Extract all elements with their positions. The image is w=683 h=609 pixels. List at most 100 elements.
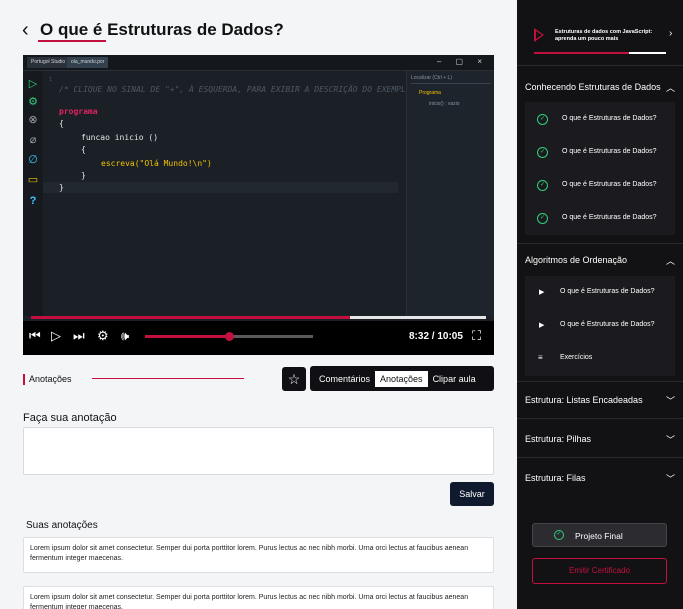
list-icon: ≡ — [538, 353, 543, 362]
volume-fill — [145, 335, 229, 338]
skip-back-icon[interactable]: ⏮ — [29, 329, 41, 343]
folder-icon: ▭ — [27, 174, 39, 186]
video-controls: ⏮ ▷ ⏭ ⚙ 🕪 8:32 / 10:05 ⛶ — [23, 321, 494, 355]
lesson-item[interactable]: ▶ O que é Estruturas de Dados? — [525, 309, 675, 342]
video-progress-fill — [31, 316, 350, 319]
note-item: Lorem ipsum dolor sit amet consectetur. … — [23, 537, 494, 573]
course-sidebar: Estruturas de dados com JavaScript: apre… — [517, 0, 683, 609]
section-divider — [517, 381, 683, 382]
code-comment: /* CLIQUE NO SINAL DE "+", À ESQUERDA, P… — [59, 85, 411, 94]
your-notes-label: Suas anotações — [26, 520, 98, 531]
volume-icon[interactable]: 🕪 — [121, 329, 129, 343]
video-app-tab: ola_mundo.por — [67, 57, 109, 68]
final-project-label: Projeto Final — [575, 531, 623, 541]
chevron-left-icon[interactable]: ‹ — [22, 20, 38, 40]
fullscreen-icon[interactable]: ⛶ — [472, 329, 481, 343]
play-icon: ▶ — [539, 289, 545, 296]
attach-icon: ⌀ — [29, 134, 37, 146]
chevron-down-icon[interactable]: ﹀ — [666, 394, 675, 407]
note-item: Lorem ipsum dolor sit amet consectetur. … — [23, 586, 494, 609]
section-divider — [517, 418, 683, 419]
volume-knob[interactable] — [225, 332, 234, 341]
section-title[interactable]: Algoritmos de Ordenação — [525, 255, 627, 265]
notes-divider — [92, 378, 244, 379]
settings-gear-icon[interactable]: ⚙ — [97, 329, 109, 343]
run-icon: ▷ — [28, 78, 38, 90]
code-line: } — [81, 171, 86, 180]
window-controls-icon: – ▢ × — [436, 57, 488, 66]
section-lessons: ▶ O que é Estruturas de Dados? ▶ O que é… — [525, 276, 675, 376]
lesson-label: O que é Estruturas de Dados? — [562, 148, 657, 155]
issue-certificate-button[interactable]: Emitir Certificado — [532, 558, 667, 584]
lesson-item[interactable]: ✓ O que é Estruturas de Dados? — [525, 103, 675, 136]
course-progress-fill — [534, 52, 630, 54]
lesson-label: O que é Estruturas de Dados? — [562, 115, 657, 122]
title-underline — [38, 40, 106, 42]
check-circle-icon: ✓ — [537, 213, 548, 224]
section-title[interactable]: Estrutura: Filas — [525, 473, 586, 483]
tree-child: inicio() : vazio — [429, 101, 460, 107]
page-title: O que é Estruturas de Dados? — [40, 20, 284, 39]
video-app-right-panel: Localizar (Ctrl + L) Programa inicio() :… — [406, 71, 494, 316]
line-number: 1 — [49, 77, 53, 83]
tab-clip-lesson[interactable]: Clipar aula — [428, 371, 481, 387]
help-icon: ? — [29, 195, 37, 207]
clip-icon: ∅ — [28, 154, 38, 166]
code-line: funcao inicio () — [81, 133, 159, 142]
lesson-label: O que é Estruturas de Dados? — [560, 321, 655, 328]
code-line: escreva("Olá Mundo!\n") — [101, 159, 212, 168]
section-divider — [517, 243, 683, 244]
lesson-item[interactable]: ✓ O que é Estruturas de Dados? — [525, 169, 675, 202]
notes-section-label: Anotações — [23, 374, 72, 385]
course-play-icon — [534, 28, 544, 42]
chevron-down-icon[interactable]: ﹀ — [666, 433, 675, 446]
code-line: { — [81, 145, 86, 154]
lesson-item[interactable]: ✓ O que é Estruturas de Dados? — [525, 202, 675, 235]
section-title[interactable]: Estrutura: Listas Encadeadas — [525, 395, 643, 405]
check-circle-icon: ✓ — [537, 147, 548, 158]
tree-search: Localizar (Ctrl + L) — [411, 75, 491, 84]
course-title: Estruturas de dados com JavaScript: apre… — [555, 29, 653, 42]
chevron-up-icon[interactable]: ︿ — [666, 254, 675, 267]
section-title[interactable]: Conhecendo Estruturas de Dados — [525, 82, 661, 92]
lesson-label: Exercícios — [560, 354, 593, 361]
section-lessons: ✓ O que é Estruturas de Dados? ✓ O que é… — [525, 102, 675, 235]
volume-slider[interactable] — [145, 332, 313, 341]
lesson-item[interactable]: ✓ O que é Estruturas de Dados? — [525, 136, 675, 169]
lesson-label: O que é Estruturas de Dados? — [562, 181, 657, 188]
tab-notes[interactable]: Anotações — [375, 370, 428, 387]
page-header: ‹ O que é Estruturas de Dados? — [22, 20, 284, 40]
note-input[interactable] — [23, 427, 494, 475]
section-title[interactable]: Estrutura: Pilhas — [525, 434, 591, 444]
video-app-toolbar: ▷ ⚙ ⊗ ⌀ ∅ ▭ ? — [23, 71, 43, 316]
chevron-right-icon[interactable]: › — [669, 28, 672, 39]
lesson-item[interactable]: ▶ O que é Estruturas de Dados? — [525, 276, 675, 309]
tab-comments[interactable]: Comentários — [314, 371, 375, 387]
video-timecode: 8:32 / 10:05 — [409, 331, 463, 342]
chevron-up-icon[interactable]: ︿ — [666, 81, 675, 94]
lesson-label: O que é Estruturas de Dados? — [560, 288, 655, 295]
code-line: programa — [59, 107, 98, 116]
chevron-down-icon[interactable]: ﹀ — [666, 472, 675, 485]
final-project-button[interactable]: ✓ Projeto Final — [532, 523, 667, 547]
video-app-tab: Portugol Studio — [27, 57, 70, 68]
check-circle-icon: ✓ — [537, 180, 548, 191]
play-icon: ▶ — [539, 322, 545, 329]
check-circle-icon: ✓ — [537, 114, 548, 125]
favorite-star-icon[interactable]: ☆ — [282, 367, 306, 391]
save-button[interactable]: Salvar — [450, 482, 494, 506]
code-editor: 1 /* CLIQUE NO SINAL DE "+", À ESQUERDA,… — [43, 71, 411, 316]
video-player[interactable]: Portugol Studio ola_mundo.por – ▢ × ▷ ⚙ … — [23, 55, 494, 355]
section-divider — [517, 457, 683, 458]
course-header: Estruturas de dados com JavaScript: apre… — [517, 0, 683, 66]
video-app-titlebar: Portugol Studio ola_mundo.por – ▢ × — [23, 55, 494, 71]
play-icon[interactable]: ▷ — [51, 329, 61, 343]
video-progress-bar[interactable] — [31, 316, 486, 319]
code-line: } — [59, 183, 64, 192]
course-progress-bar — [534, 52, 666, 54]
skip-forward-icon[interactable]: ⏭ — [73, 329, 85, 343]
debug-icon: ⚙ — [28, 96, 38, 108]
note-field-label: Faça sua anotação — [23, 412, 117, 424]
lesson-item[interactable]: ≡ Exercícios — [525, 342, 675, 375]
check-circle-icon: ✓ — [554, 530, 564, 540]
